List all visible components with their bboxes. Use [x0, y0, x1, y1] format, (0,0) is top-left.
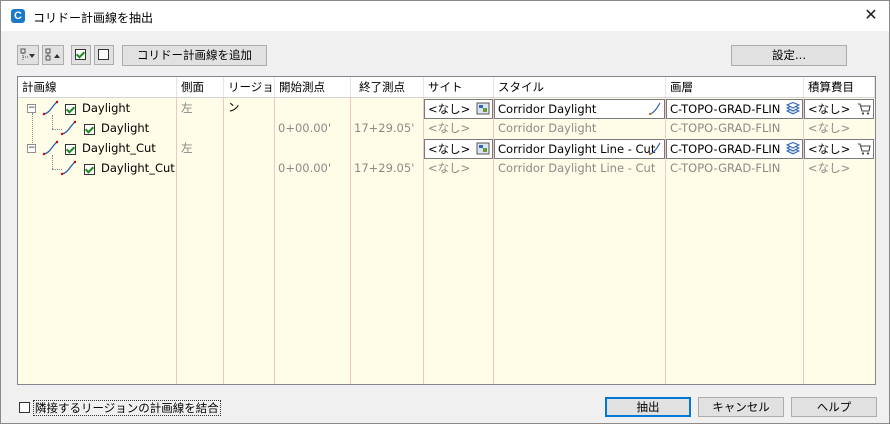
style-selector-icon[interactable]: [648, 102, 662, 115]
featureline-name: Daylight_Cut: [82, 141, 156, 155]
collapse-all-button[interactable]: [42, 45, 64, 65]
style-value: Corridor Daylight Line - Cut: [498, 161, 656, 175]
style-value: Corridor Daylight Line - Cut: [498, 142, 656, 156]
collapse-toggle-icon[interactable]: −: [27, 104, 36, 113]
column-header-region[interactable]: リージョン: [224, 77, 275, 114]
end-station-value: 17+29.05': [354, 161, 415, 175]
add-feature-line-button[interactable]: コリドー計画線を追加: [122, 45, 267, 66]
window-title: コリドー計画線を抽出: [33, 11, 154, 25]
civil3d-app-icon: C: [11, 9, 25, 23]
feature-line-icon: [42, 140, 59, 156]
row-checkbox[interactable]: [84, 124, 95, 135]
end-station-value: 17+29.05': [354, 121, 415, 135]
side-value: 左: [181, 141, 193, 155]
column-divider: [350, 97, 351, 384]
layer-value: C-TOPO-GRAD-FLIN: [670, 161, 781, 175]
site-value: <なし>: [428, 161, 471, 175]
column-divider: [176, 97, 177, 384]
layer-dropdown[interactable]: C-TOPO-GRAD-FLIN: [666, 99, 803, 119]
pay-item-value: <なし>: [808, 142, 851, 156]
tree-connector: [52, 115, 53, 129]
row-checkbox[interactable]: [65, 104, 76, 115]
start-station-value: 0+00.00': [278, 121, 332, 135]
column-header-pay-item[interactable]: 積算費目: [804, 77, 875, 97]
uncheck-all-button[interactable]: [94, 45, 114, 65]
site-value: <なし>: [428, 102, 471, 116]
settings-button[interactable]: 設定...: [731, 45, 847, 66]
merge-regions-checkbox[interactable]: [19, 402, 30, 413]
dialog-window: C コリドー計画線を抽出 ✕ コリドー計画線を追加 設定... 計画線 側面 リ…: [0, 0, 890, 424]
style-selector-icon[interactable]: [648, 142, 662, 155]
featureline-name: Daylight_Cut: [101, 161, 175, 175]
column-header-end-station[interactable]: 終了測点: [351, 77, 424, 97]
help-button[interactable]: ヘルプ: [791, 397, 877, 417]
cancel-button[interactable]: キャンセル: [698, 397, 784, 417]
feature-line-icon: [42, 100, 59, 116]
featureline-name: Daylight: [101, 121, 150, 135]
column-header-side[interactable]: 側面: [177, 77, 224, 97]
style-value: Corridor Daylight: [498, 121, 597, 135]
title-bar: C コリドー計画線を抽出 ✕: [1, 1, 889, 31]
column-header-featureline[interactable]: 計画線: [18, 77, 177, 97]
pay-item-value: <なし>: [808, 121, 851, 135]
style-dropdown[interactable]: Corridor Daylight Line - Cut: [494, 139, 665, 159]
feature-line-grid: 計画線 側面 リージョン 開始測点 終了測点 サイト スタイル 画層 積算費目 …: [17, 76, 876, 385]
pay-item-value: <なし>: [808, 102, 851, 116]
layer-value: C-TOPO-GRAD-FLIN: [670, 142, 781, 156]
style-value: Corridor Daylight: [498, 102, 597, 116]
close-icon[interactable]: ✕: [861, 5, 881, 25]
site-selector-icon[interactable]: [476, 102, 490, 115]
site-selector-icon[interactable]: [476, 142, 490, 155]
collapse-tree-icon: [45, 48, 60, 61]
merge-regions-label: 隣接するリージョンの計画線を結合: [33, 400, 221, 416]
column-header-start-station[interactable]: 開始測点: [275, 77, 351, 97]
pay-item-cart-icon[interactable]: [857, 142, 871, 155]
layer-selector-icon[interactable]: [786, 102, 800, 115]
layer-selector-icon[interactable]: [786, 142, 800, 155]
feature-line-icon: [60, 120, 77, 136]
pay-item-value: <なし>: [808, 161, 851, 175]
site-dropdown[interactable]: <なし>: [424, 139, 493, 159]
pay-item-cart-icon[interactable]: [857, 102, 871, 115]
collapse-toggle-icon[interactable]: −: [27, 144, 36, 153]
layer-dropdown[interactable]: C-TOPO-GRAD-FLIN: [666, 139, 803, 159]
extract-button[interactable]: 抽出: [605, 397, 691, 417]
site-value: <なし>: [428, 121, 471, 135]
layer-value: C-TOPO-GRAD-FLIN: [670, 121, 781, 135]
column-header-style[interactable]: スタイル: [494, 77, 666, 97]
pay-item-dropdown[interactable]: <なし>: [804, 99, 874, 119]
tree-connector: [52, 155, 53, 169]
expand-all-button[interactable]: [17, 45, 39, 65]
start-station-value: 0+00.00': [278, 161, 332, 175]
checked-box-icon: [75, 49, 86, 60]
style-dropdown[interactable]: Corridor Daylight: [494, 99, 665, 119]
grid-header: 計画線 側面 リージョン 開始測点 終了測点 サイト スタイル 画層 積算費目: [18, 77, 875, 114]
site-value: <なし>: [428, 142, 471, 156]
check-all-button[interactable]: [71, 45, 91, 65]
column-header-site[interactable]: サイト: [424, 77, 494, 97]
featureline-name: Daylight: [82, 101, 131, 115]
layer-value: C-TOPO-GRAD-FLIN: [670, 102, 781, 116]
column-divider: [274, 97, 275, 384]
unchecked-box-icon: [98, 49, 109, 60]
feature-line-icon: [60, 160, 77, 176]
column-divider: [223, 97, 224, 384]
column-header-layer[interactable]: 画層: [666, 77, 804, 97]
pay-item-dropdown[interactable]: <なし>: [804, 139, 874, 159]
row-checkbox[interactable]: [65, 144, 76, 155]
expand-tree-icon: [20, 48, 35, 60]
site-dropdown[interactable]: <なし>: [424, 99, 493, 119]
row-checkbox[interactable]: [84, 164, 95, 175]
side-value: 左: [181, 101, 193, 115]
